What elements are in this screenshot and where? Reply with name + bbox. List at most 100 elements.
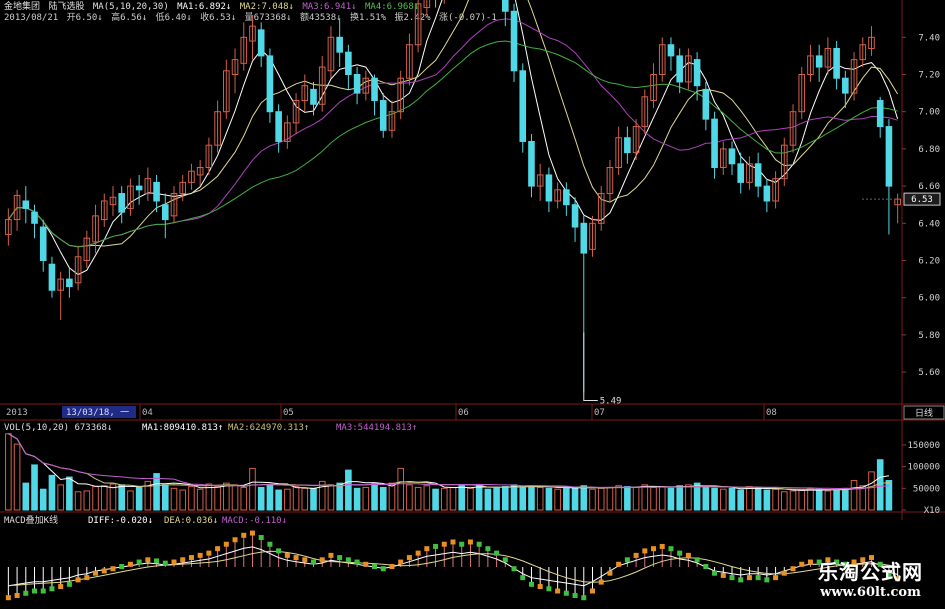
volume-bar (876, 459, 884, 511)
macd-candle-marker (502, 557, 508, 563)
price-tick-label: 5.80 (918, 331, 940, 341)
volume-bar (362, 486, 370, 511)
volume-bar (275, 489, 282, 511)
volume-bar (449, 486, 457, 511)
volume-bar (536, 486, 544, 511)
macd-candle-marker (93, 570, 99, 576)
macd-candle-marker (302, 557, 308, 563)
candle-body (571, 204, 579, 228)
price-tick-label: 7.40 (918, 33, 940, 43)
macd-candle-marker (154, 558, 160, 564)
month-label: 05 (283, 408, 294, 418)
candle-body (345, 51, 352, 75)
cursor-date-label: 13/03/18, 一 (66, 408, 129, 418)
volume-bar (641, 484, 649, 511)
macd-candle-marker (415, 550, 421, 556)
price-tick-label: 6.40 (918, 219, 940, 229)
macd-candle-marker (110, 566, 116, 572)
macd-candle-marker (476, 541, 482, 547)
candle-body (728, 148, 736, 165)
macd-candle-marker (755, 575, 761, 581)
macd-candle-marker (511, 566, 517, 572)
volume-bar (196, 488, 204, 511)
macd-candle-marker (337, 555, 343, 561)
candle-body (815, 55, 823, 68)
volume-bar (5, 433, 12, 511)
candle-body (667, 44, 675, 57)
volume-tick-label: X10 (924, 506, 940, 516)
macd-candle-marker (127, 561, 133, 567)
macd-candle-marker (206, 550, 212, 556)
volume-bar (223, 482, 230, 511)
volume-bar (257, 486, 265, 511)
macd-candle-marker (363, 561, 369, 567)
macd-candle-marker (162, 560, 168, 566)
volume-ma3: MA3:544194.813↑ (336, 423, 417, 433)
volume-bar (850, 480, 858, 511)
volume-bar (284, 488, 291, 511)
candle-body (31, 211, 38, 224)
candlestick-chart[interactable]: 7.40 7.20 7.00 6.80 6.60 6.40 6.20 6.00 5.80 5.60… (0, 0, 945, 609)
macd-candle-marker (180, 557, 186, 563)
candle-body (371, 77, 378, 102)
candle-body (754, 163, 762, 187)
volume-bar (615, 485, 622, 511)
candle-body (257, 29, 265, 57)
volume-bar (571, 487, 579, 511)
macd-candle-marker (764, 577, 770, 583)
macd-candle-marker (136, 559, 142, 565)
volume-bar (815, 488, 823, 511)
macd-candle-marker (555, 588, 561, 594)
candle-body (876, 100, 884, 128)
volume-bar (833, 489, 840, 511)
macd-candle-marker (694, 557, 700, 563)
macd-candle-marker (520, 575, 526, 581)
macd-candle-marker (58, 584, 64, 590)
volume-bar (83, 490, 91, 511)
volume-bar (580, 485, 588, 511)
macd-candle-marker (215, 546, 221, 552)
candle-body (153, 181, 160, 202)
macd-candle-marker (624, 557, 630, 563)
volume-bar (719, 488, 727, 511)
volume-bar (737, 489, 745, 511)
watermark: 乐淘公式网 www.60lt.com (818, 556, 923, 600)
macd-candle-marker (232, 537, 238, 543)
candle-body (353, 74, 361, 94)
macd-candle-marker (581, 595, 587, 601)
macd-candle-marker (441, 541, 447, 547)
macd-candle-marker (293, 555, 299, 561)
macd-dea: DEA:0.036↓ (164, 516, 218, 526)
macd-candle-marker (171, 559, 177, 565)
macd-candle-marker (651, 546, 657, 552)
candle-body (563, 189, 570, 206)
volume-bar (728, 487, 736, 511)
volume-bar (807, 487, 814, 511)
volume-bar (528, 485, 535, 511)
volume-bar (868, 471, 875, 511)
volume-bar (885, 480, 893, 511)
candle-body (519, 70, 527, 142)
macd-candle-marker (188, 555, 194, 561)
volume-bar (353, 487, 361, 511)
volume-bar (502, 486, 509, 511)
volume-ma2-line (8, 433, 889, 491)
volume-bar (240, 486, 248, 511)
macd-candle-marker (572, 592, 578, 598)
macd-candle-marker (372, 564, 378, 569)
macd-candle-marker (703, 564, 709, 569)
macd-candle-marker (712, 570, 718, 576)
macd-candle-marker (589, 588, 595, 594)
volume-bar (74, 491, 82, 511)
volume-bar (397, 467, 404, 511)
volume-bar (667, 487, 675, 511)
macd-candle-marker (485, 546, 491, 552)
volume-bar (772, 488, 779, 511)
macd-candle-marker (75, 577, 81, 583)
volume-bar (345, 469, 352, 511)
volume-tick-label: 150000 (907, 441, 940, 451)
macd-candle-marker (459, 541, 465, 547)
candle-body (711, 118, 718, 168)
volume-bar (493, 486, 500, 511)
candle-body (580, 222, 588, 254)
